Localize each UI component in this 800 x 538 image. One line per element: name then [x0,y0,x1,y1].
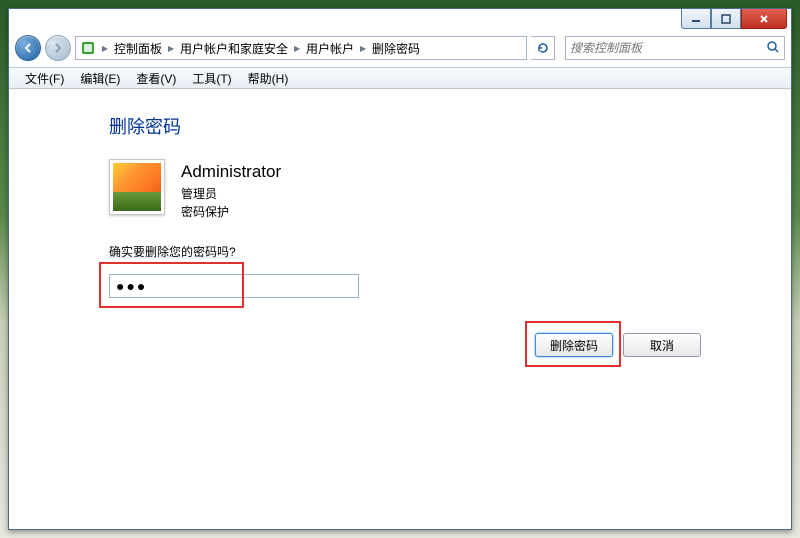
search-input[interactable] [570,41,766,55]
delete-password-button[interactable]: 删除密码 [535,333,613,357]
user-pw-status: 密码保护 [181,203,281,221]
window-frame: ▶ 控制面板 ▶ 用户帐户和家庭安全 ▶ 用户帐户 ▶ 删除密码 文件(F) 编… [8,8,792,530]
prompt-text: 确实要删除您的密码吗? [109,243,791,260]
user-name: Administrator [181,159,281,185]
content-pane: 删除密码 Administrator 管理员 密码保护 确实要删除您的密码吗? … [9,89,791,529]
nav-row: ▶ 控制面板 ▶ 用户帐户和家庭安全 ▶ 用户帐户 ▶ 删除密码 [15,33,785,63]
avatar [109,159,165,215]
control-panel-icon [80,40,96,56]
chevron-right-icon: ▶ [100,44,110,53]
search-icon [766,40,780,57]
search-box[interactable] [565,36,785,60]
breadcrumb-item[interactable]: 控制面板 [110,40,166,57]
chevron-right-icon: ▶ [166,44,176,53]
menu-file[interactable]: 文件(F) [17,68,72,89]
password-input[interactable] [109,274,359,298]
menu-view[interactable]: 查看(V) [128,68,184,89]
breadcrumb-item[interactable]: 用户帐户 [302,40,358,57]
menu-edit[interactable]: 编辑(E) [72,68,128,89]
menu-bar: 文件(F) 编辑(E) 查看(V) 工具(T) 帮助(H) [9,67,791,89]
maximize-button[interactable] [711,9,741,29]
menu-help[interactable]: 帮助(H) [240,68,297,89]
flower-icon [113,163,161,211]
breadcrumb-item[interactable]: 删除密码 [368,40,424,57]
delete-button-wrap: 删除密码 [535,333,613,357]
page-title: 删除密码 [109,113,791,139]
close-button[interactable] [741,9,787,29]
forward-button[interactable] [45,35,71,61]
chevron-right-icon: ▶ [358,44,368,53]
cancel-button[interactable]: 取消 [623,333,701,357]
back-button[interactable] [15,35,41,61]
breadcrumb-item[interactable]: 用户帐户和家庭安全 [176,40,292,57]
user-summary: Administrator 管理员 密码保护 [109,159,791,221]
user-info: Administrator 管理员 密码保护 [181,159,281,221]
breadcrumb[interactable]: ▶ 控制面板 ▶ 用户帐户和家庭安全 ▶ 用户帐户 ▶ 删除密码 [75,36,527,60]
minimize-button[interactable] [681,9,711,29]
refresh-button[interactable] [531,36,555,60]
password-zone [109,274,369,298]
menu-tools[interactable]: 工具(T) [184,68,239,89]
button-row: 删除密码 取消 [535,333,701,357]
chevron-right-icon: ▶ [292,44,302,53]
user-role: 管理员 [181,185,281,203]
caption-buttons [681,9,787,29]
